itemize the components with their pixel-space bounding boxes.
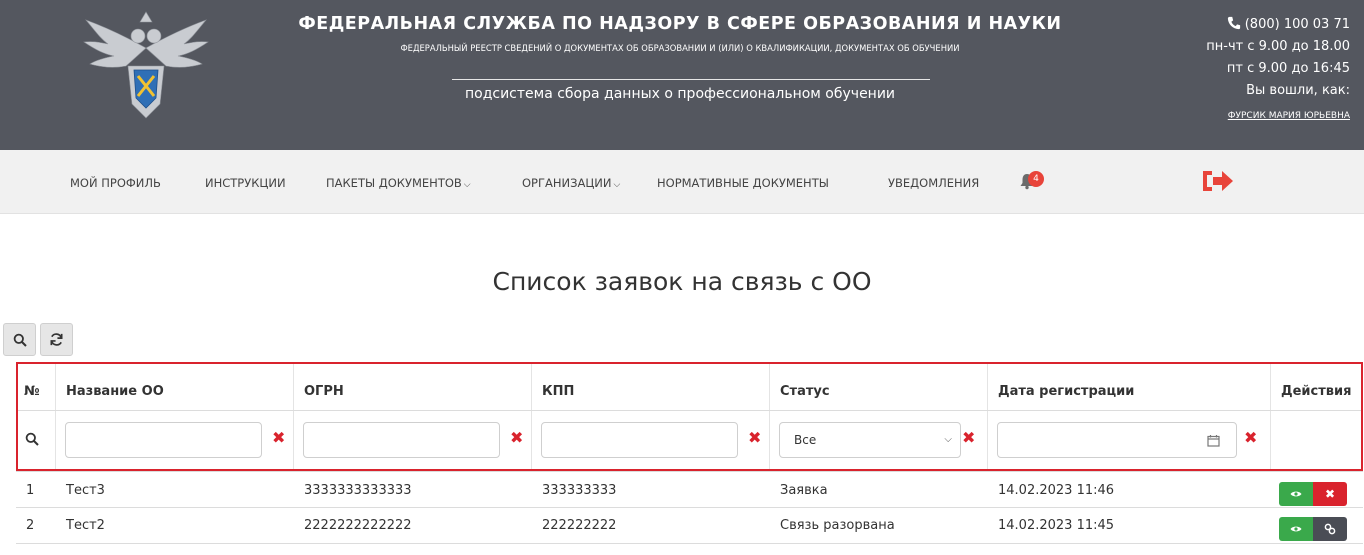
eye-icon [1290,491,1302,497]
hours-weekdays: пн-чт с 9.00 до 18.00 [1206,39,1350,54]
view-button[interactable] [1279,517,1313,541]
delete-button[interactable]: ✖ [1313,482,1347,506]
row-status: Заявка [780,483,828,498]
nav-organizations-label: ОРГАНИЗАЦИИ [522,176,612,190]
user-profile-link[interactable]: ФУРСИК МАРИЯ ЮРЬЕВНА [1130,105,1350,127]
nav-notifications[interactable]: УВЕДОМЛЕНИЯ [888,176,979,190]
filter-kpp-input[interactable] [541,422,738,458]
filter-date-input[interactable] [997,422,1237,458]
view-button[interactable] [1279,482,1313,506]
row-date: 14.02.2023 11:46 [998,483,1115,498]
page-title: Список заявок на связь с ОО [492,267,872,296]
refresh-icon [50,333,63,346]
contacts-block: (800) 100 03 71 пн-чт с 9.00 до 18.00 пт… [1130,14,1350,127]
nav-document-packages-label: ПАКЕТЫ ДОКУМЕНТОВ [326,176,462,190]
clear-date-filter-icon[interactable]: ✖ [1244,428,1257,447]
filter-search-icon [25,432,39,446]
row-name: Тест2 [66,518,105,533]
filter-ogrn-input[interactable] [303,422,500,458]
search-toggle-button[interactable] [3,323,36,356]
refresh-button[interactable] [40,323,73,356]
row-name: Тест3 [66,483,105,498]
column-header-name[interactable]: Название ОО [66,384,164,399]
nav-my-profile[interactable]: МОЙ ПРОФИЛЬ [70,176,161,190]
link-button[interactable] [1313,517,1347,541]
rosobrnadzor-emblem-icon [83,11,209,119]
header-title: ФЕДЕРАЛЬНАЯ СЛУЖБА ПО НАДЗОРУ В СФЕРЕ ОБ… [298,14,1062,34]
column-header-status[interactable]: Статус [780,384,830,399]
nav-organizations[interactable]: ОРГАНИЗАЦИИ ⌵ [522,176,620,190]
header-subtitle: ФЕДЕРАЛЬНЫЙ РЕЕСТР СВЕДЕНИЙ О ДОКУМЕНТАХ… [400,43,960,53]
nav-normative-documents[interactable]: НОРМАТИВНЫЕ ДОКУМЕНТЫ [657,176,829,190]
logout-icon[interactable] [1200,167,1236,195]
clear-kpp-filter-icon[interactable]: ✖ [748,428,761,447]
header-divider [452,79,930,80]
filter-name-input[interactable] [65,422,262,458]
chevron-down-icon: ⌵ [944,434,952,445]
chevron-down-icon: ⌵ [463,180,471,190]
row-status: Связь разорвана [780,518,895,533]
column-header-registration-date[interactable]: Дата регистрации [998,384,1134,399]
phone-icon [1227,16,1240,30]
logged-in-label: Вы вошли, как: [1246,83,1350,98]
row-number: 2 [26,518,35,533]
nav-instructions[interactable]: ИНСТРУКЦИИ [205,176,286,190]
filter-status-value: Все [794,433,817,447]
hours-friday: пт с 9.00 до 16:45 [1226,61,1350,76]
chevron-down-icon: ⌵ [613,180,621,190]
row-kpp: 333333333 [542,483,617,498]
header-subsystem: подсистема сбора данных о профессиональн… [464,86,896,102]
notifications-count-badge: 4 [1028,171,1044,187]
site-header: ФЕДЕРАЛЬНАЯ СЛУЖБА ПО НАДЗОРУ В СФЕРЕ ОБ… [0,0,1364,150]
main-nav: МОЙ ПРОФИЛЬ ИНСТРУКЦИИ ПАКЕТЫ ДОКУМЕНТОВ… [0,150,1364,214]
row-ogrn: 3333333333333 [304,483,412,498]
clear-ogrn-filter-icon[interactable]: ✖ [510,428,523,447]
close-icon: ✖ [1324,487,1336,501]
clear-status-filter-icon[interactable]: ✖ [962,428,975,447]
search-icon [13,333,27,347]
nav-document-packages[interactable]: ПАКЕТЫ ДОКУМЕНТОВ ⌵ [326,176,471,190]
row-date: 14.02.2023 11:45 [998,518,1115,533]
filter-status-select[interactable]: Все ⌵ [779,422,961,458]
column-header-ogrn[interactable]: ОГРН [304,384,344,399]
clear-name-filter-icon[interactable]: ✖ [272,428,285,447]
column-header-kpp[interactable]: КПП [542,384,574,399]
link-icon [1324,523,1336,535]
phone-number: (800) 100 03 71 [1244,17,1350,32]
phone-row: (800) 100 03 71 [1130,14,1350,36]
calendar-icon[interactable] [1207,434,1220,447]
row-number: 1 [26,483,35,498]
eye-icon [1290,526,1302,532]
column-header-number: № [24,384,40,399]
column-header-actions: Действия [1281,384,1352,399]
row-ogrn: 2222222222222 [304,518,412,533]
row-kpp: 222222222 [542,518,617,533]
